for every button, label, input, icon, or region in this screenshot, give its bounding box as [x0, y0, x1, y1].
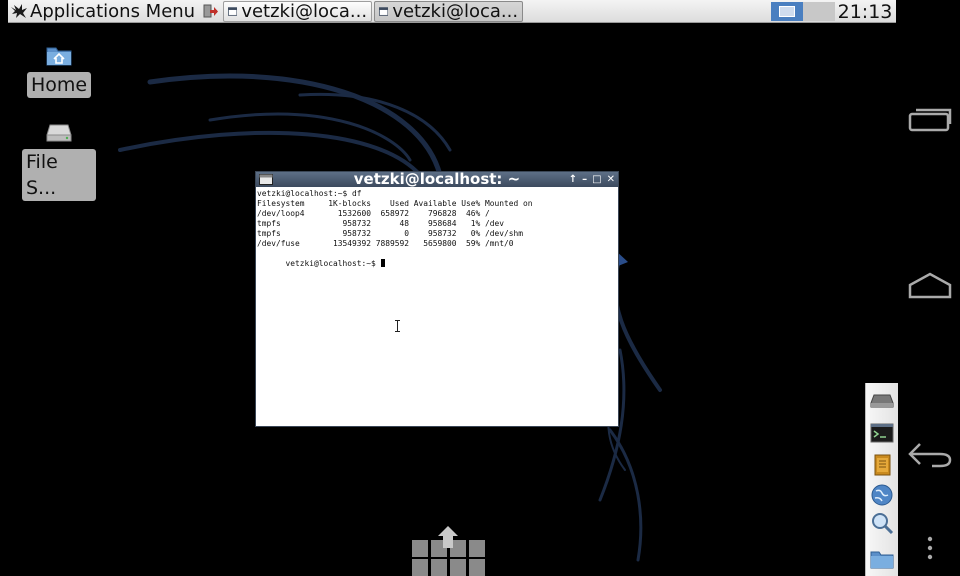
workspace-2[interactable] — [803, 2, 835, 21]
window-title: vetzki@localhost: ~ — [353, 170, 521, 188]
back-icon[interactable] — [906, 438, 954, 470]
terminal-line: tmpfs 958732 0 958732 0% /dev/shm — [257, 229, 524, 238]
terminal-prompt: vetzki@localhost:~$ — [285, 259, 381, 268]
close-icon[interactable]: ✕ — [607, 172, 615, 187]
text-cursor — [380, 259, 385, 267]
logout-button[interactable] — [199, 1, 221, 22]
maximize-icon[interactable]: □ — [592, 172, 601, 187]
terminal-window[interactable]: vetzki@localhost: ~ ↑ – □ ✕ vetzki@local… — [256, 172, 618, 426]
home-icon[interactable] — [906, 270, 954, 302]
terminal-output[interactable]: vetzki@localhost:~$ df Filesystem 1K-blo… — [256, 187, 618, 426]
shade-icon[interactable]: ↑ — [569, 172, 577, 187]
window-titlebar[interactable]: vetzki@localhost: ~ ↑ – □ ✕ — [256, 172, 618, 187]
taskbar-item-label: vetzki@loca... — [392, 0, 519, 22]
top-panel: Applications Menu vetzki@loca... vetzki@… — [8, 0, 896, 23]
terminal-line: Filesystem 1K-blocks Used Available Use%… — [257, 199, 533, 208]
terminal-icon[interactable] — [870, 421, 894, 445]
taskbar-item-label: vetzki@loca... — [241, 0, 368, 22]
ibeam-cursor-icon — [395, 320, 400, 332]
window-icon — [228, 6, 238, 16]
workspace-pager[interactable] — [771, 2, 835, 21]
drive-icon — [46, 124, 72, 142]
logout-icon — [203, 4, 219, 18]
globe-icon[interactable] — [870, 483, 894, 507]
clock[interactable]: 21:13 — [836, 0, 894, 23]
desktop-icon-label: File S... — [22, 149, 96, 201]
home-folder-icon — [46, 47, 72, 66]
terminal-line: tmpfs 958732 48 958684 1% /dev — [257, 219, 505, 228]
overflow-menu-icon[interactable] — [922, 534, 938, 562]
applications-menu-button[interactable]: Applications Menu — [8, 0, 199, 23]
app-drawer-icon[interactable] — [410, 526, 486, 576]
dragon-logo-icon — [11, 4, 27, 18]
recent-apps-icon[interactable] — [906, 104, 954, 134]
book-icon[interactable] — [870, 453, 894, 477]
window-icon — [379, 6, 389, 16]
minimize-icon[interactable]: – — [582, 172, 587, 187]
taskbar-item-terminal-2[interactable]: vetzki@loca... — [374, 0, 524, 22]
terminal-line: /dev/loop4 1532600 658972 796828 46% / — [257, 209, 490, 218]
right-dock — [865, 383, 898, 576]
search-icon[interactable] — [870, 511, 894, 535]
taskbar-item-terminal-1[interactable]: vetzki@loca... — [223, 0, 373, 22]
desktop-icon-filesystem[interactable]: File S... — [22, 123, 96, 201]
terminal-line: /dev/fuse 13549392 7889592 5659800 59% /… — [257, 239, 514, 248]
drive-icon[interactable] — [870, 387, 894, 411]
desktop-icon-home[interactable]: Home — [26, 44, 92, 98]
desktop-icon-label: Home — [26, 72, 92, 98]
applications-menu-label: Applications Menu — [30, 0, 196, 22]
workspace-1[interactable] — [771, 2, 803, 21]
terminal-line: vetzki@localhost:~$ df — [257, 189, 362, 198]
folder-icon[interactable] — [870, 547, 894, 571]
